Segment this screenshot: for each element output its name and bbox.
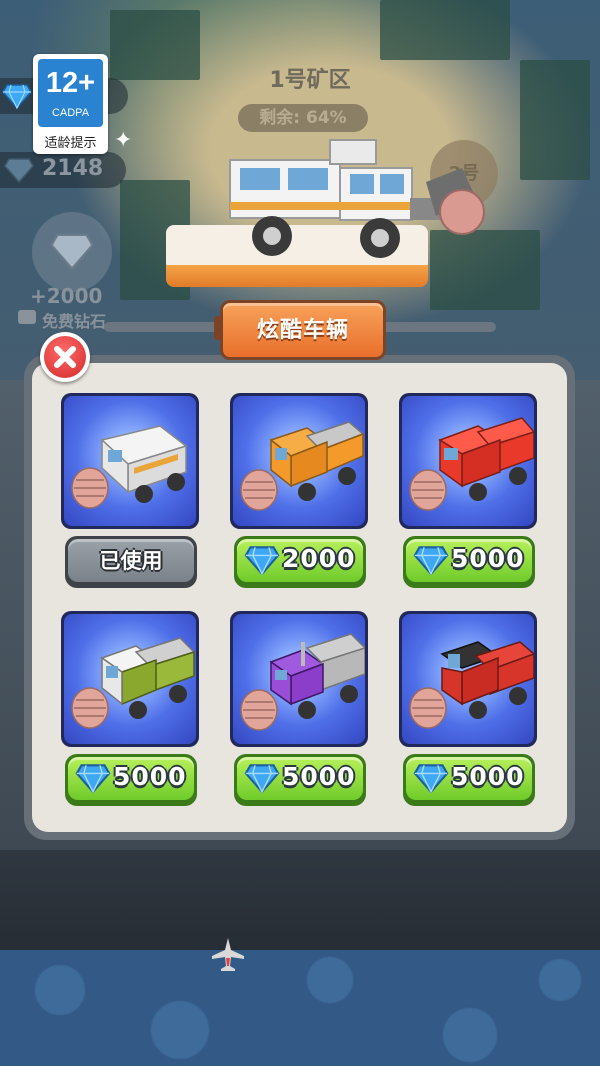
water-area xyxy=(0,950,600,1066)
zone-progress: 剩余: 64% xyxy=(238,104,368,132)
gem-icon xyxy=(75,764,111,793)
vehicle-card-green[interactable] xyxy=(61,611,199,747)
buy-vehicle-green-button[interactable]: 5000 xyxy=(65,754,197,806)
panel-title: 炫酷车辆 xyxy=(256,318,349,343)
buy-vehicle-orange-button[interactable]: 2000 xyxy=(234,536,366,588)
price-label: 5000 xyxy=(451,762,525,791)
gem-icon xyxy=(413,546,449,575)
price-label: 2000 xyxy=(282,544,356,573)
gem-icon xyxy=(244,546,280,575)
zone-title: 1号矿区 xyxy=(269,68,351,93)
gem-icon xyxy=(413,764,449,793)
age-rating-number: 12+ xyxy=(45,67,96,99)
vehicle-card-white[interactable] xyxy=(61,393,199,529)
vehicle-card-red[interactable] xyxy=(399,393,537,529)
purple-truck-icon xyxy=(240,633,365,731)
price-label: 5000 xyxy=(282,762,356,791)
vehicle-card-darkred[interactable] xyxy=(399,611,537,747)
vehicle-card-purple[interactable] xyxy=(230,611,368,747)
gem-icon xyxy=(50,233,94,270)
buy-vehicle-red-button[interactable]: 5000 xyxy=(403,536,535,588)
vehicle-in-use-button[interactable]: 已使用 xyxy=(65,536,197,588)
close-icon xyxy=(54,346,76,368)
age-rating-org: CADPA xyxy=(51,107,90,119)
free-gems-button[interactable] xyxy=(32,212,112,292)
white-truck-icon xyxy=(71,425,188,509)
panel-frame-left xyxy=(104,322,224,332)
age-rating-badge: 12+ CADPA 适龄提示 xyxy=(33,54,108,154)
buy-vehicle-purple-button[interactable]: 5000 xyxy=(234,754,366,806)
panel-frame-right xyxy=(376,322,496,332)
buy-vehicle-darkred-button[interactable]: 5000 xyxy=(403,754,535,806)
green-truck-icon xyxy=(71,637,196,729)
close-button[interactable] xyxy=(40,332,90,382)
darkred-truck-icon xyxy=(409,641,534,729)
red-truck-icon xyxy=(409,417,534,511)
video-icon xyxy=(18,310,36,324)
in-use-label: 已使用 xyxy=(99,549,163,573)
gem-count: 2148 xyxy=(42,156,104,181)
gem-icon xyxy=(4,158,34,183)
age-rating-tip: 适龄提示 xyxy=(44,136,97,151)
free-gems-amount: +2000 xyxy=(30,284,103,308)
gem-icon xyxy=(244,764,280,793)
price-label: 5000 xyxy=(451,544,525,573)
panel-title-plate: 炫酷车辆 xyxy=(214,300,386,360)
featured-vehicle-white xyxy=(229,139,485,258)
dock-area xyxy=(0,850,600,960)
fighter-plane-icon xyxy=(212,938,244,971)
gem-icon xyxy=(2,84,32,109)
orange-truck-icon xyxy=(240,421,365,511)
sparkle-icon: ✦ xyxy=(114,128,133,153)
free-gems-label: 免费钻石 xyxy=(42,312,107,331)
vehicle-card-orange[interactable] xyxy=(230,393,368,529)
price-label: 5000 xyxy=(113,762,187,791)
